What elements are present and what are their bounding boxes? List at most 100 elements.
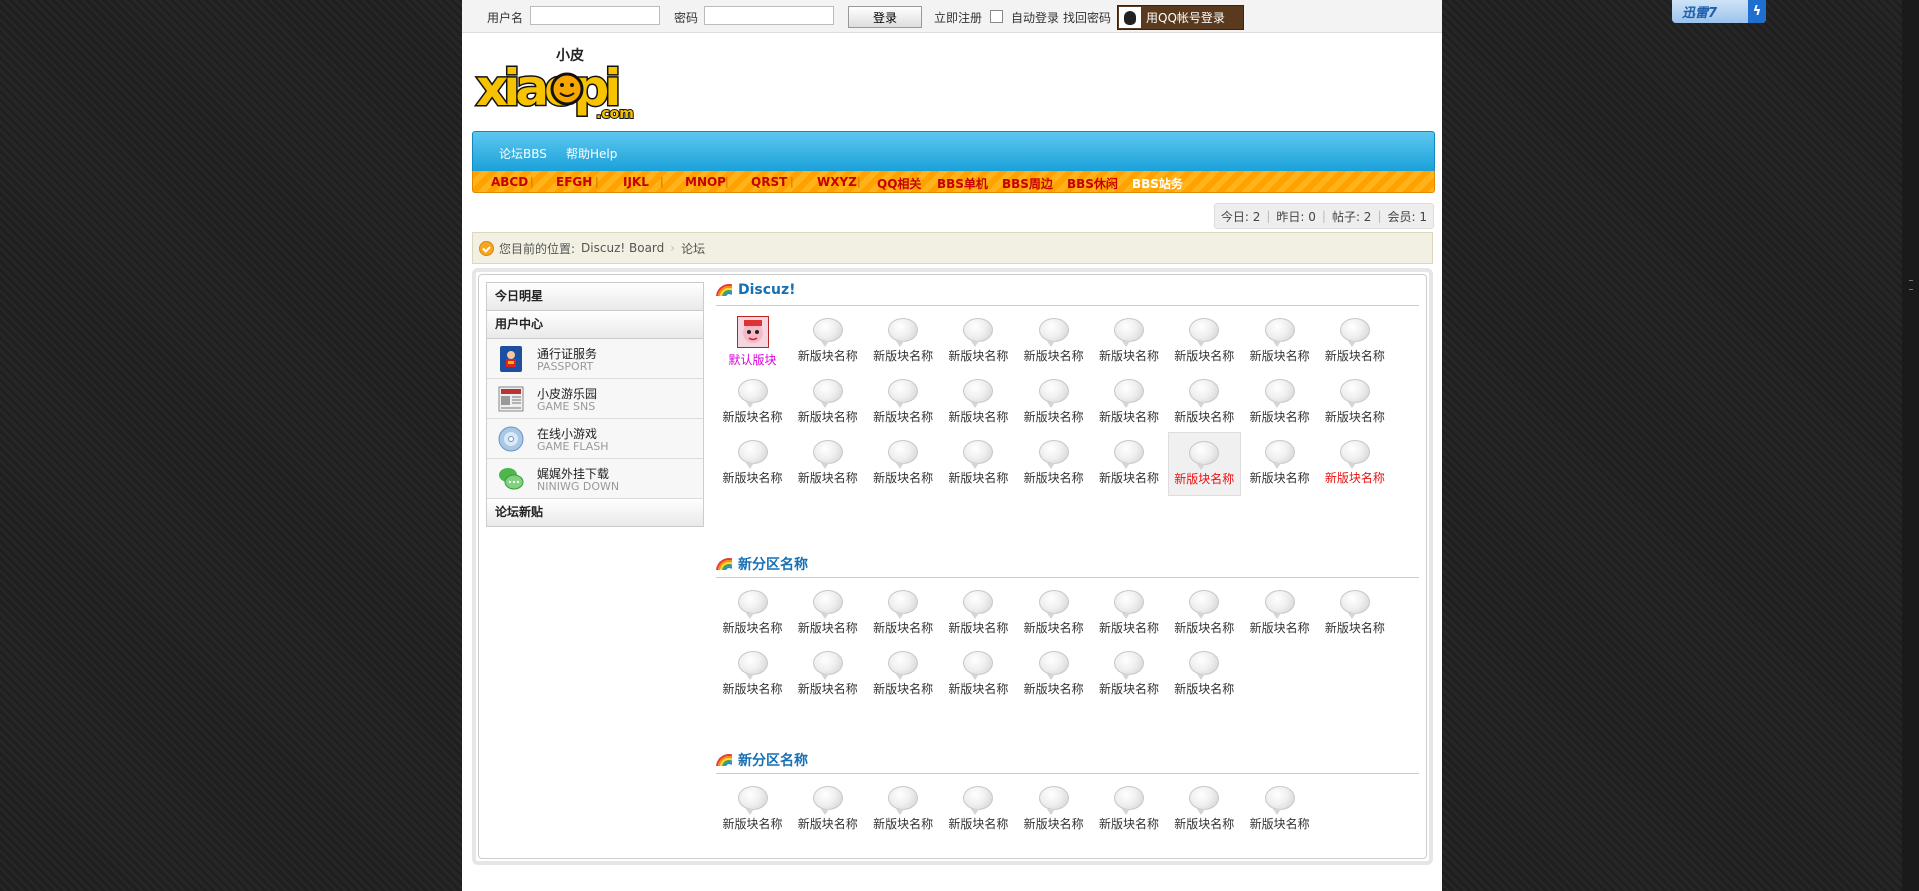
forum-board-name[interactable]: 新版块名称 (791, 469, 864, 486)
subnav-item[interactable]: MNOP (685, 175, 726, 189)
forum-board-item[interactable]: 新版块名称 (942, 371, 1015, 435)
forum-board-item[interactable]: 新版块名称 (942, 643, 1015, 707)
forum-board-name[interactable]: 新版块名称 (867, 347, 940, 364)
forum-board-item[interactable]: 新版块名称 (867, 310, 940, 374)
forum-board-name[interactable]: 新版块名称 (1168, 619, 1241, 636)
sidebar-item-game-flash[interactable]: 在线小游戏 GAME FLASH (487, 419, 703, 459)
subnav-item[interactable]: ABCD (491, 175, 528, 189)
section-title[interactable]: 新分区名称 (716, 750, 808, 770)
forum-board-item[interactable]: 新版块名称 (791, 643, 864, 707)
forum-board-name[interactable]: 新版块名称 (1093, 815, 1166, 832)
forum-board-name[interactable]: 新版块名称 (791, 815, 864, 832)
forum-board-item[interactable]: 新版块名称 (1093, 310, 1166, 374)
forum-board-item[interactable]: 新版块名称 (1168, 371, 1241, 435)
forum-board-name[interactable]: 新版块名称 (716, 815, 789, 832)
forum-board-item[interactable]: 新版块名称 (1243, 371, 1316, 435)
forum-board-name[interactable]: 新版块名称 (1318, 619, 1391, 636)
scrollbar-thumb[interactable] (1909, 280, 1913, 290)
nav-item-help[interactable]: 帮助Help (566, 145, 617, 162)
forum-board-item[interactable]: 新版块名称 (1093, 582, 1166, 646)
find-password-link[interactable]: 找回密码 (1063, 9, 1111, 26)
forum-board-name[interactable]: 新版块名称 (1318, 408, 1391, 425)
password-input[interactable] (704, 6, 834, 25)
forum-board-item[interactable]: 新版块名称 (791, 432, 864, 496)
login-button[interactable]: 登录 (848, 6, 922, 28)
sidebar-header-star[interactable]: 今日明星 (487, 283, 703, 311)
forum-board-name[interactable]: 默认版块 (716, 351, 789, 368)
forum-board-item[interactable]: 新版块名称 (1017, 778, 1090, 842)
site-logo[interactable]: 小皮 xiaopi .com (474, 42, 649, 123)
forum-board-item[interactable]: 新版块名称 (867, 643, 940, 707)
breadcrumb-forum[interactable]: 论坛 (681, 240, 705, 257)
forum-board-name[interactable]: 新版块名称 (716, 680, 789, 697)
forum-board-item[interactable]: 新版块名称 (1093, 432, 1166, 496)
forum-board-item[interactable]: 新版块名称 (1017, 643, 1090, 707)
forum-board-name[interactable]: 新版块名称 (1017, 815, 1090, 832)
forum-board-item[interactable]: 新版块名称 (791, 310, 864, 374)
forum-board-item[interactable]: 新版块名称 (1093, 371, 1166, 435)
forum-board-item[interactable]: 新版块名称 (1243, 778, 1316, 842)
sidebar-item-passport[interactable]: 通行证服务 PASSPORT (487, 339, 703, 379)
forum-board-name[interactable]: 新版块名称 (942, 680, 1015, 697)
forum-board-name[interactable]: 新版块名称 (1318, 347, 1391, 364)
sidebar-header-new-posts[interactable]: 论坛新贴 (487, 499, 703, 527)
forum-board-name[interactable]: 新版块名称 (1017, 347, 1090, 364)
forum-board-item[interactable]: 新版块名称 (1318, 310, 1391, 374)
sidebar-header-user-center[interactable]: 用户中心 (487, 311, 703, 339)
forum-board-name[interactable]: 新版块名称 (867, 680, 940, 697)
auto-login-checkbox[interactable] (990, 10, 1003, 23)
subnav-item[interactable]: IJKL (623, 175, 649, 189)
forum-board-name[interactable]: 新版块名称 (942, 469, 1015, 486)
forum-board-item[interactable]: 新版块名称 (1168, 310, 1241, 374)
forum-board-item[interactable]: 新版块名称 (1017, 582, 1090, 646)
forum-board-name[interactable]: 新版块名称 (867, 619, 940, 636)
forum-board-name[interactable]: 新版块名称 (1243, 619, 1316, 636)
forum-board-name[interactable]: 新版块名称 (791, 408, 864, 425)
subnav-item[interactable]: BBS站务 (1132, 175, 1183, 192)
xunlei-badge[interactable]: 迅雷7 ϟ (1672, 0, 1766, 23)
scrollbar[interactable] (1902, 0, 1919, 891)
forum-board-name[interactable]: 新版块名称 (942, 347, 1015, 364)
forum-board-name[interactable]: 新版块名称 (1168, 347, 1241, 364)
forum-board-item[interactable]: 新版块名称 (942, 582, 1015, 646)
forum-board-name[interactable]: 新版块名称 (716, 469, 789, 486)
forum-board-item[interactable]: 新版块名称 (867, 778, 940, 842)
forum-board-item[interactable]: 新版块名称 (1318, 582, 1391, 646)
breadcrumb-board[interactable]: Discuz! Board (581, 241, 664, 255)
forum-board-name[interactable]: 新版块名称 (1017, 680, 1090, 697)
forum-board-item[interactable]: 新版块名称 (1318, 432, 1391, 496)
forum-board-item[interactable]: 新版块名称 (1168, 643, 1241, 707)
forum-board-item[interactable]: 新版块名称 (942, 310, 1015, 374)
home-icon[interactable] (479, 240, 494, 256)
forum-board-name[interactable]: 新版块名称 (1017, 619, 1090, 636)
forum-board-name[interactable]: 新版块名称 (942, 619, 1015, 636)
forum-board-name[interactable]: 新版块名称 (1093, 347, 1166, 364)
forum-board-name[interactable]: 新版块名称 (1243, 408, 1316, 425)
forum-board-name[interactable]: 新版块名称 (867, 815, 940, 832)
subnav-item[interactable]: QRST (751, 175, 787, 189)
forum-board-name[interactable]: 新版块名称 (867, 469, 940, 486)
forum-board-item[interactable]: 新版块名称 (1243, 432, 1316, 496)
forum-board-name[interactable]: 新版块名称 (1168, 680, 1241, 697)
forum-board-name[interactable]: 新版块名称 (1318, 469, 1391, 486)
forum-board-item[interactable]: 新版块名称 (716, 371, 789, 435)
forum-board-name[interactable]: 新版块名称 (1093, 408, 1166, 425)
forum-board-item[interactable]: 新版块名称 (1167, 432, 1241, 496)
forum-board-name[interactable]: 新版块名称 (942, 408, 1015, 425)
forum-board-item[interactable]: 新版块名称 (716, 643, 789, 707)
forum-board-name[interactable]: 新版块名称 (1169, 470, 1240, 487)
forum-board-item[interactable]: 新版块名称 (1017, 371, 1090, 435)
sidebar-item-game-sns[interactable]: 小皮游乐园 GAME SNS (487, 379, 703, 419)
forum-board-item[interactable]: 新版块名称 (1093, 778, 1166, 842)
forum-board-item[interactable]: 新版块名称 (1093, 643, 1166, 707)
forum-board-item[interactable]: 新版块名称 (1243, 582, 1316, 646)
forum-board-item[interactable]: 新版块名称 (867, 432, 940, 496)
forum-board-name[interactable]: 新版块名称 (716, 619, 789, 636)
forum-board-item[interactable]: 新版块名称 (1017, 432, 1090, 496)
qq-login-button[interactable]: 用QQ帐号登录 (1117, 5, 1244, 30)
section-title[interactable]: Discuz! (716, 282, 796, 298)
forum-board-item[interactable]: 新版块名称 (1168, 778, 1241, 842)
nav-item-bbs[interactable]: 论坛BBS (499, 145, 547, 162)
forum-board-item[interactable]: 新版块名称 (716, 778, 789, 842)
forum-board-item[interactable]: 新版块名称 (1318, 371, 1391, 435)
